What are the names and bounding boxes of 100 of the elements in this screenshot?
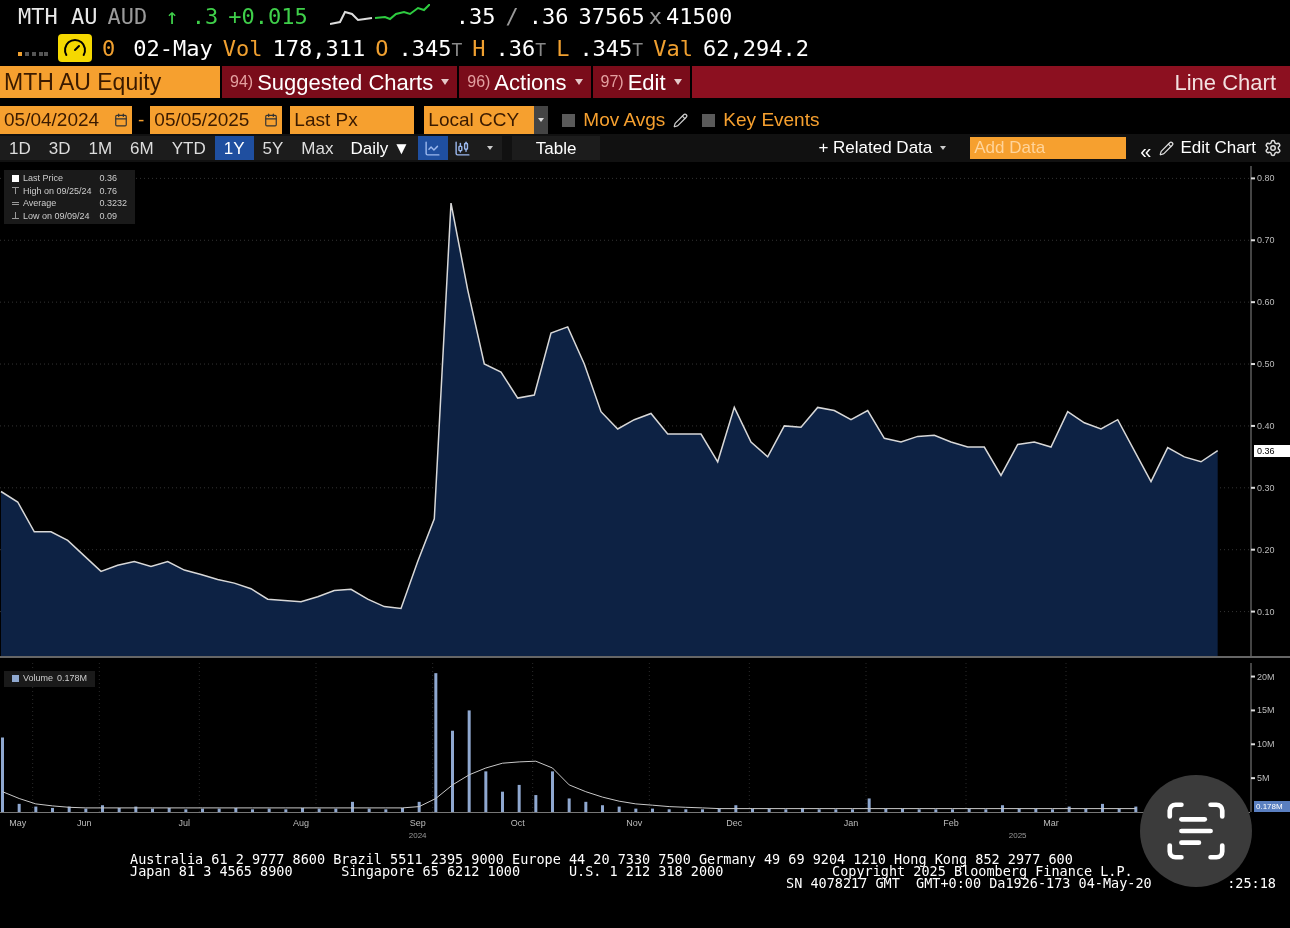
volume-bar bbox=[384, 809, 388, 812]
legend-label: High on 09/25/24 bbox=[23, 184, 92, 197]
field-select[interactable]: Last Px bbox=[290, 105, 415, 135]
axis-label: Feb bbox=[943, 818, 959, 828]
period-tab[interactable]: Max bbox=[292, 136, 343, 160]
legend-value: 0.3232 bbox=[99, 197, 128, 210]
bar-chart-icon[interactable] bbox=[447, 136, 478, 160]
legend-value: 0.36 bbox=[99, 172, 119, 185]
volume-bar bbox=[651, 808, 654, 812]
volume-bar bbox=[51, 807, 54, 812]
pencil-icon[interactable] bbox=[673, 112, 689, 128]
volume-bar bbox=[901, 808, 904, 812]
axis-label: Dec bbox=[726, 818, 743, 828]
volume-bar bbox=[84, 808, 88, 812]
volume-bar bbox=[684, 809, 688, 812]
frequency-dropdown[interactable]: Daily ▼ bbox=[342, 136, 418, 160]
volume-bar bbox=[1017, 808, 1021, 812]
menu-button[interactable]: 97) Edit bbox=[590, 66, 690, 98]
volume-bar bbox=[1034, 808, 1038, 812]
edit-chart-button[interactable]: Edit Chart bbox=[1159, 136, 1256, 160]
legend-value: 0.76 bbox=[99, 184, 119, 197]
axis-label: Mar bbox=[1043, 818, 1059, 828]
pencil-icon bbox=[1159, 140, 1175, 156]
ask-size: 41500 bbox=[665, 2, 733, 31]
start-date-field[interactable]: 05/04/2024 bbox=[0, 105, 132, 135]
caret-icon bbox=[441, 79, 450, 85]
volume-bar bbox=[917, 809, 921, 812]
stat-suffix: T bbox=[451, 37, 463, 62]
status-dots-icon bbox=[18, 52, 48, 56]
volume-bar bbox=[817, 809, 821, 812]
volume-bar bbox=[167, 807, 171, 812]
volume-bar bbox=[1134, 806, 1138, 812]
collapse-button[interactable]: « bbox=[1138, 136, 1154, 160]
period-tab[interactable]: 3D bbox=[39, 136, 80, 160]
line-chart-icon[interactable] bbox=[417, 136, 448, 160]
period-tab[interactable]: 1D bbox=[0, 136, 40, 160]
axis-label: May bbox=[9, 818, 27, 828]
axis-label: Jul bbox=[178, 818, 191, 828]
volume-bar bbox=[1051, 809, 1054, 812]
volume-bar bbox=[801, 807, 804, 812]
axis-label: 0.80 bbox=[1257, 173, 1275, 184]
checkbox[interactable] bbox=[702, 113, 716, 127]
count: 0 bbox=[102, 34, 116, 63]
stat-value: .36 bbox=[495, 34, 536, 63]
caret-icon[interactable] bbox=[486, 146, 493, 150]
volume-bar bbox=[1117, 808, 1121, 812]
volume-bar bbox=[601, 805, 604, 812]
bid-size: 37565 bbox=[578, 2, 645, 31]
volume-bar bbox=[534, 795, 538, 812]
separator: x bbox=[648, 2, 662, 31]
volume-bar bbox=[634, 808, 638, 812]
stat-suffix: T bbox=[632, 37, 644, 62]
stat-suffix: T bbox=[535, 37, 547, 62]
menu-button[interactable]: 94) Suggested Charts bbox=[220, 66, 458, 98]
volume-bar bbox=[67, 806, 71, 812]
year-label: 2024 bbox=[408, 831, 427, 840]
security-field[interactable]: MTH AU Equity bbox=[0, 66, 220, 98]
volume-bar bbox=[867, 798, 871, 812]
last-volume-tag: 0.178M bbox=[1254, 800, 1290, 812]
date-separator: - bbox=[137, 107, 146, 132]
average-marker-icon bbox=[12, 199, 19, 207]
volume-bar bbox=[934, 809, 938, 812]
caret-icon bbox=[673, 79, 682, 85]
legend-marker-icon bbox=[12, 174, 19, 182]
period-tab[interactable]: 1M bbox=[79, 136, 122, 160]
ask-price: .36 bbox=[528, 2, 569, 31]
table-button[interactable]: Table bbox=[511, 136, 601, 160]
add-data-field[interactable]: Add Data bbox=[970, 137, 1127, 159]
period-tab[interactable]: 1Y bbox=[214, 136, 254, 160]
period-tab[interactable]: 5Y bbox=[253, 136, 293, 160]
related-data-button[interactable]: + Related Data bbox=[810, 136, 955, 160]
period-tab[interactable]: 6M bbox=[121, 136, 163, 160]
volume-bar bbox=[884, 808, 888, 812]
end-date-field[interactable]: 05/05/2025 bbox=[150, 105, 283, 135]
legend-value: 0.09 bbox=[99, 209, 119, 222]
volume-bar bbox=[117, 807, 121, 812]
period-tab[interactable]: YTD bbox=[162, 136, 215, 160]
axis-label: 10M bbox=[1257, 739, 1275, 750]
volume-bar bbox=[667, 809, 671, 812]
settings-icon[interactable] bbox=[1264, 139, 1282, 157]
volume-bar bbox=[34, 806, 38, 812]
volume-bar bbox=[784, 809, 788, 812]
stat-label: O bbox=[375, 34, 389, 63]
volume-bar bbox=[501, 791, 504, 812]
volume-bar bbox=[767, 808, 771, 812]
volume-bar bbox=[567, 798, 571, 812]
axis-label: 15M bbox=[1257, 705, 1275, 716]
legend-label: Last Price bbox=[23, 172, 64, 185]
volume-bar bbox=[584, 801, 588, 812]
volume-bar bbox=[301, 807, 304, 812]
volume-bar bbox=[1101, 803, 1104, 812]
menu-button[interactable]: 96) Actions bbox=[457, 66, 591, 98]
checkbox[interactable] bbox=[562, 113, 576, 127]
gauge-icon[interactable] bbox=[58, 34, 92, 62]
currency-select[interactable]: Local CCY bbox=[424, 105, 549, 135]
volume-bar bbox=[351, 801, 354, 812]
volume-bar bbox=[517, 784, 521, 812]
low-marker-icon bbox=[12, 212, 19, 220]
volume-bar bbox=[101, 805, 104, 812]
date: 02-May bbox=[133, 34, 213, 63]
